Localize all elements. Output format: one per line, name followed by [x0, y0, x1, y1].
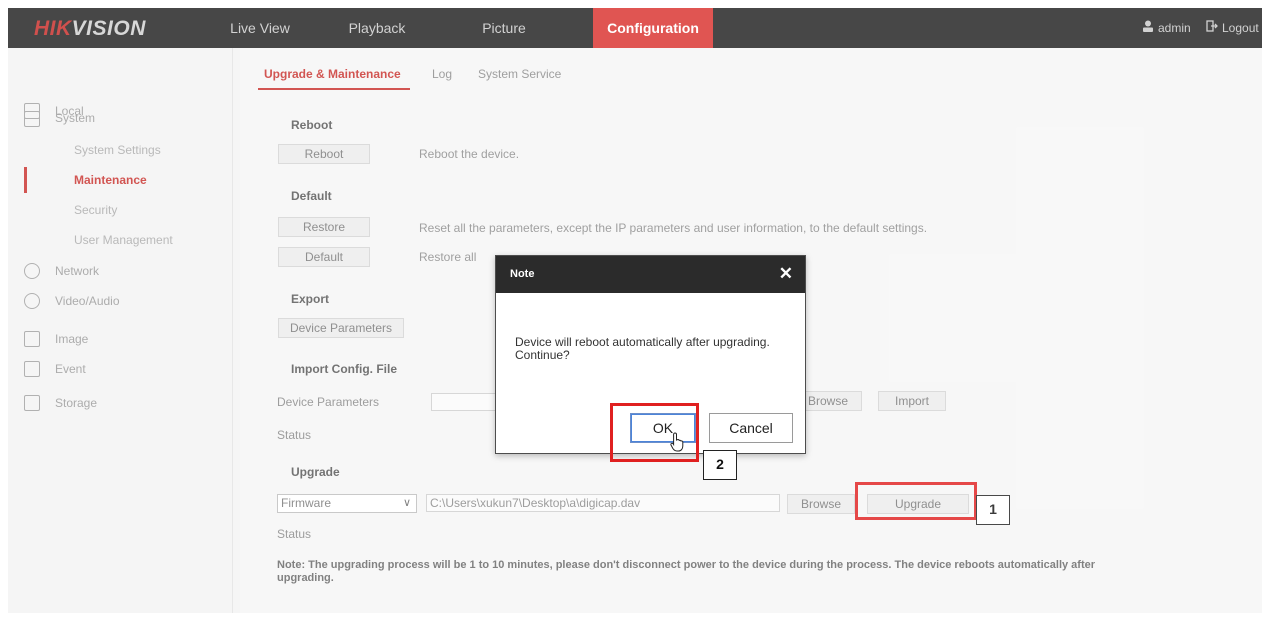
- hand-cursor-icon: [670, 432, 686, 457]
- close-icon[interactable]: ✕: [779, 264, 793, 284]
- dialog-title: Note: [510, 268, 535, 280]
- dialog-header: Note ✕: [496, 256, 805, 293]
- cancel-button[interactable]: Cancel: [709, 413, 793, 443]
- step-2-badge: 2: [703, 450, 737, 480]
- dialog-message-line2: Continue?: [515, 348, 570, 362]
- dialog-message: Device will reboot automatically after u…: [515, 336, 795, 362]
